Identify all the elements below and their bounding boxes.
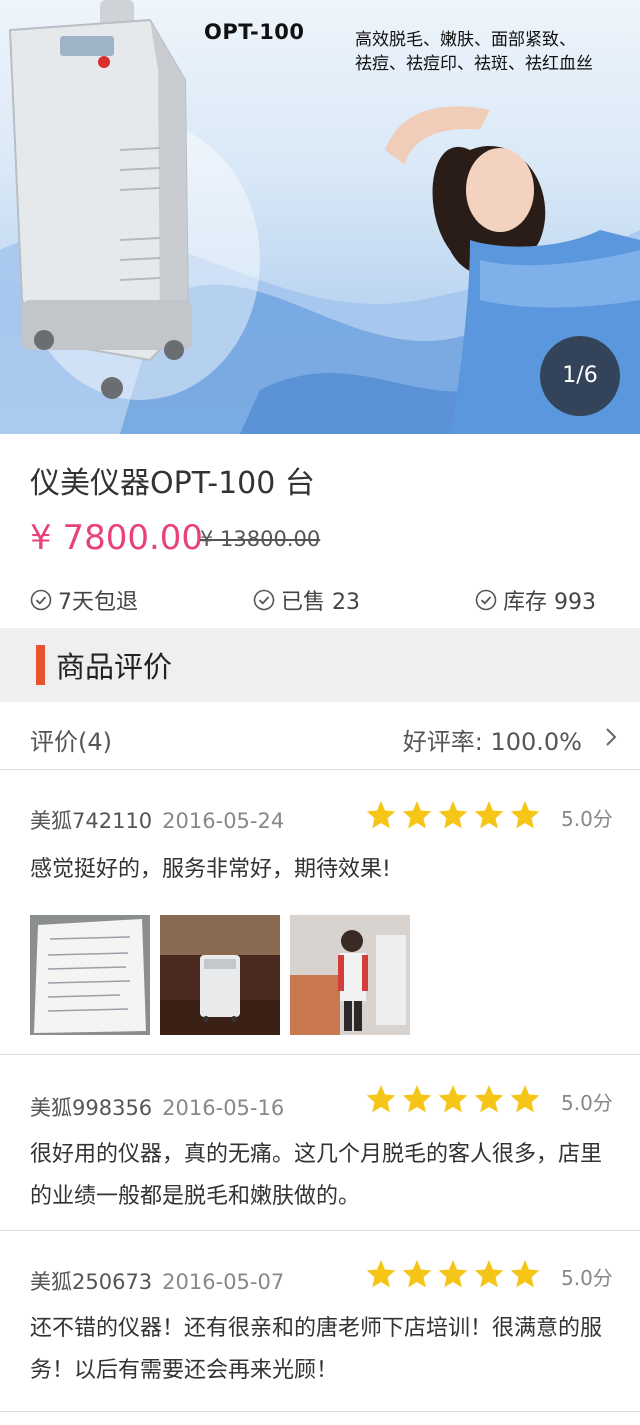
- reviews-summary-row[interactable]: 评价(4) 好评率: 100.0%: [0, 702, 640, 770]
- star-rating: [364, 799, 542, 831]
- review-photos: [30, 915, 410, 1035]
- review-count: 评价(4): [30, 728, 112, 756]
- review-date: 2016-05-16: [162, 1096, 285, 1120]
- section-accent-bar: [36, 645, 45, 685]
- service-badges: 7天包退 已售 23 库存 993: [0, 584, 640, 620]
- star-icon: [402, 1260, 432, 1288]
- star-rating: [364, 1258, 542, 1290]
- review-date: 2016-05-24: [162, 809, 285, 833]
- review-content: 感觉挺好的，服务非常好，期待效果!: [30, 857, 391, 882]
- banner-model-title: OPT-100: [204, 20, 305, 44]
- image-counter-badge: 1/6: [540, 336, 620, 416]
- star-icon: [438, 1085, 468, 1113]
- review-item: 美狐250673 2016-05-07 5.0分 还不错的仪器！还有很亲和的唐老师…: [0, 1232, 640, 1412]
- review-date: 2016-05-07: [162, 1270, 285, 1294]
- star-icon: [474, 801, 504, 829]
- review-content: 还不错的仪器！还有很亲和的唐老师下店培训！很满意的服务！以后有需要还会再来光顾！: [30, 1316, 603, 1383]
- check-circle-icon: [30, 589, 52, 611]
- current-price: ¥ 7800.00: [30, 518, 204, 558]
- review-user: 美狐742110 2016-05-24: [30, 805, 284, 835]
- badge-return-policy: 7天包退: [30, 584, 138, 616]
- star-icon: [402, 1085, 432, 1113]
- badge-label: 库存 993: [503, 590, 596, 615]
- review-item: 美狐742110 2016-05-24 5.0分 感觉挺好的，服务非常好，期待效果…: [0, 771, 640, 1055]
- device-illustration: [8, 0, 192, 399]
- review-content: 很好用的仪器，真的无痛。这几个月脱毛的客人很多，店里的业绩一般都是脱毛和嫩肤做的…: [30, 1142, 603, 1209]
- badge-label: 7天包退: [58, 590, 138, 615]
- review-photo-thumbnail[interactable]: [290, 915, 410, 1035]
- review-score: 5.0分: [561, 1266, 613, 1290]
- star-icon: [510, 801, 540, 829]
- banner-feature-line-1: 高效脱毛、嫩肤、面部紧致、: [355, 30, 576, 50]
- star-icon: [474, 1260, 504, 1288]
- star-icon: [510, 1085, 540, 1113]
- product-image-carousel[interactable]: OPT-100 高效脱毛、嫩肤、面部紧致、 祛痘、祛痘印、祛斑、祛红血丝 1/6: [0, 0, 640, 434]
- star-rating: [364, 1083, 542, 1115]
- chevron-right-icon[interactable]: [604, 726, 618, 748]
- review-photo-thumbnail[interactable]: [30, 915, 150, 1035]
- original-price: ¥ 13800.00: [200, 527, 321, 551]
- star-icon: [366, 1260, 396, 1288]
- star-icon: [366, 801, 396, 829]
- check-circle-icon: [253, 589, 275, 611]
- banner-feature-line-2: 祛痘、祛痘印、祛斑、祛红血丝: [355, 54, 593, 74]
- review-score: 5.0分: [561, 807, 613, 831]
- review-item: 美狐998356 2016-05-16 5.0分 很好用的仪器，真的无痛。这几个月…: [0, 1056, 640, 1231]
- star-icon: [510, 1260, 540, 1288]
- star-icon: [366, 1085, 396, 1113]
- badge-sold-count: 已售 23: [253, 584, 360, 616]
- star-icon: [438, 801, 468, 829]
- reviewer-name: 美狐998356: [30, 1096, 153, 1120]
- star-icon: [474, 1085, 504, 1113]
- positive-rate: 好评率: 100.0%: [402, 728, 582, 756]
- review-photo-thumbnail[interactable]: [160, 915, 280, 1035]
- star-icon: [438, 1260, 468, 1288]
- review-user: 美狐998356 2016-05-16: [30, 1092, 284, 1122]
- section-title: 商品评价: [56, 650, 173, 684]
- reviewer-name: 美狐742110: [30, 809, 153, 833]
- check-circle-icon: [475, 589, 497, 611]
- reviews-section-header: 商品评价: [0, 628, 640, 702]
- star-icon: [402, 801, 432, 829]
- badge-label: 已售 23: [281, 590, 360, 615]
- review-user: 美狐250673 2016-05-07: [30, 1266, 284, 1296]
- reviewer-name: 美狐250673: [30, 1270, 153, 1294]
- product-title: 仪美仪器OPT-100 台: [30, 466, 315, 501]
- review-score: 5.0分: [561, 1091, 613, 1115]
- badge-stock: 库存 993: [475, 584, 596, 616]
